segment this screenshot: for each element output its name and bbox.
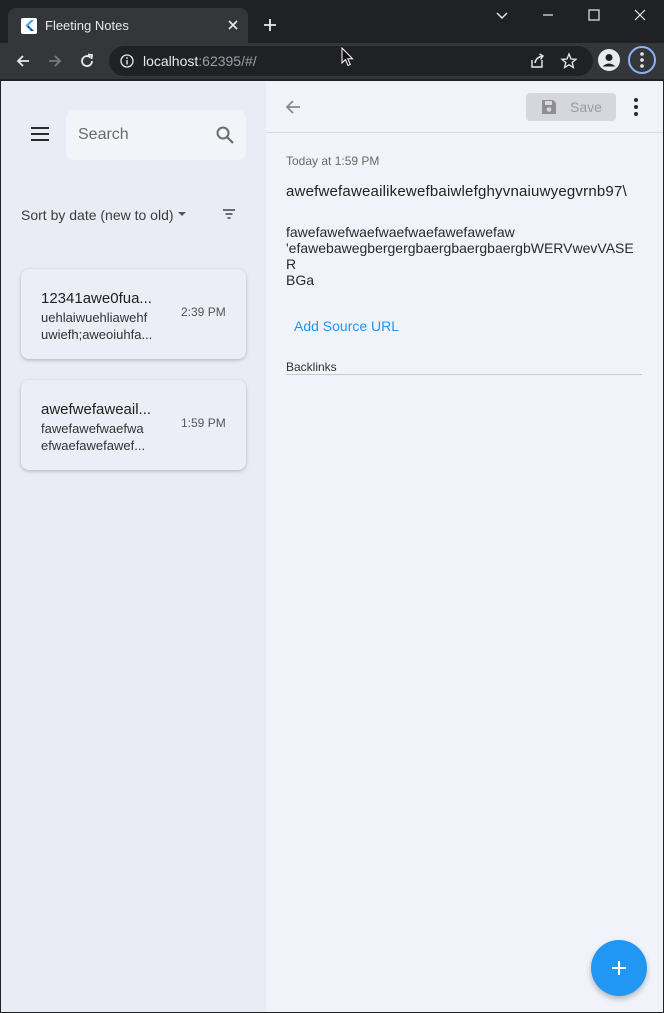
reload-icon[interactable] — [78, 52, 96, 70]
browser-titlebar: Fleeting Notes — [0, 0, 664, 43]
save-label: Save — [570, 99, 602, 115]
note-card[interactable]: 12341awe0fua... uehlaiwuehliawehf uwiefh… — [21, 269, 246, 359]
detail-header: Save — [266, 81, 663, 133]
hamburger-menu-icon[interactable] — [31, 127, 51, 143]
note-preview-line: fawefawefwaefwa — [41, 421, 144, 436]
dropdown-caret-icon[interactable] — [178, 212, 186, 216]
note-date: Today at 1:59 PM — [286, 154, 380, 168]
note-card[interactable]: awefwefaweail... fawefawefwaefwa efwaefa… — [21, 380, 246, 470]
filter-icon[interactable] — [221, 207, 237, 221]
sort-dropdown[interactable]: Sort by date (new to old) — [21, 207, 174, 223]
more-options-icon[interactable] — [632, 98, 640, 116]
profile-avatar-icon[interactable] — [598, 49, 620, 71]
browser-tab[interactable]: Fleeting Notes — [8, 8, 248, 43]
browser-menu-icon[interactable] — [628, 46, 656, 74]
search-icon[interactable] — [215, 125, 235, 145]
maximize-icon[interactable] — [583, 4, 605, 26]
url-path: :62395/#/ — [198, 53, 257, 69]
mouse-cursor-icon — [341, 46, 355, 67]
note-title: 12341awe0fua... — [41, 290, 152, 307]
note-title: awefwefaweail... — [41, 401, 152, 418]
note-preview-line: uwiefh;aweoiuhfa... — [41, 327, 153, 342]
note-preview-line: efwaefawefawef... — [41, 438, 146, 453]
backlinks-divider — [286, 374, 642, 375]
note-content-line: 'efawebawegbergergbaergbaergbaergbWERVwe… — [286, 240, 634, 272]
minimize-icon[interactable] — [537, 4, 559, 26]
save-disk-icon — [540, 98, 558, 116]
url-text: localhost:62395/#/ — [143, 53, 257, 69]
tab-title: Fleeting Notes — [45, 18, 129, 33]
app-viewport: Sort by date (new to old) 12341awe0fua..… — [1, 81, 663, 1012]
tab-close-icon[interactable] — [225, 17, 241, 33]
note-time: 2:39 PM — [181, 305, 226, 319]
note-time: 1:59 PM — [181, 416, 226, 430]
new-tab-icon[interactable] — [261, 16, 279, 34]
plus-icon — [609, 958, 629, 978]
search-input[interactable] — [78, 123, 208, 147]
note-content-field[interactable]: fawefawefwaefwaefwaefawefawefaw 'efaweba… — [286, 224, 643, 288]
forward-arrow-icon[interactable] — [46, 52, 64, 70]
url-host: localhost — [143, 53, 199, 69]
note-preview: fawefawefwaefwa efwaefawefawef... — [41, 420, 163, 454]
backlinks-heading: Backlinks — [286, 360, 337, 374]
note-detail-pane: Save Today at 1:59 PM awefwefaweailikewe… — [266, 81, 663, 1012]
note-content-line: fawefawefwaefwaefwaefawefawefaw — [286, 224, 515, 240]
site-info-icon[interactable] — [120, 54, 134, 68]
note-content-line: BGa — [286, 272, 315, 288]
share-icon[interactable] — [528, 52, 546, 70]
note-preview-line: uehlaiwuehliawehf — [41, 310, 148, 325]
close-window-icon[interactable] — [629, 4, 651, 26]
bookmark-star-icon[interactable] — [560, 52, 578, 70]
back-arrow-icon[interactable] — [284, 98, 302, 116]
save-button[interactable]: Save — [526, 93, 616, 121]
notes-sidebar: Sort by date (new to old) 12341awe0fua..… — [1, 81, 266, 1012]
note-title-field[interactable]: awefwefaweailikewefbaiwlefghyvnaiuwyegvr… — [286, 183, 643, 200]
flutter-favicon-icon — [21, 18, 37, 34]
add-source-url-link[interactable]: Add Source URL — [294, 318, 399, 334]
note-preview: uehlaiwuehliawehf uwiefh;aweoiuhfa... — [41, 309, 163, 343]
search-box[interactable] — [66, 110, 246, 160]
browser-toolbar: localhost:62395/#/ — [0, 43, 664, 79]
new-note-button[interactable] — [591, 940, 647, 996]
back-arrow-icon[interactable] — [14, 52, 32, 70]
tab-search-chevron-icon[interactable] — [491, 4, 513, 26]
